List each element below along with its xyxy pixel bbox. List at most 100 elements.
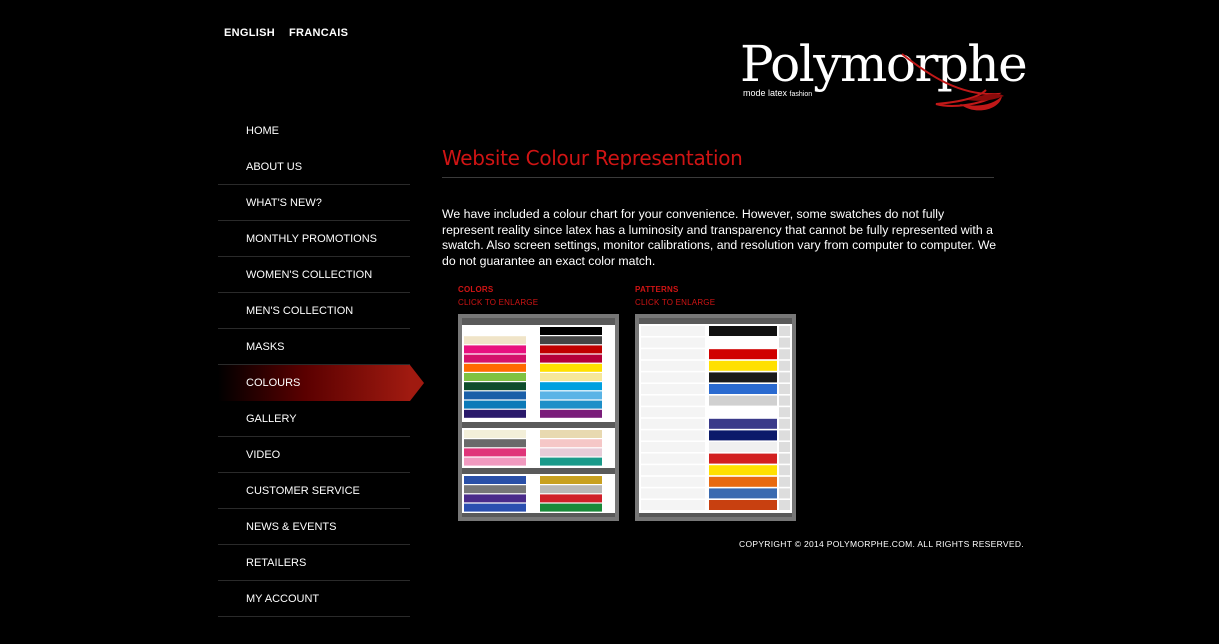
color-swatch — [540, 448, 602, 457]
color-swatch — [540, 439, 602, 448]
nav-item-gallery[interactable]: GALLERY — [218, 401, 410, 437]
pattern-label-cell — [641, 372, 705, 383]
pattern-label-cell — [641, 337, 705, 348]
nav-item-news-events[interactable]: NEWS & EVENTS — [218, 509, 410, 545]
color-swatch — [540, 336, 602, 345]
polymorphe-logo[interactable]: Polymorphe mode latex fashion — [740, 36, 1028, 122]
pattern-swatch — [709, 349, 777, 360]
pattern-label-cell — [641, 407, 705, 418]
language-francais-link[interactable]: FRANCAIS — [289, 27, 348, 39]
color-swatch — [540, 327, 602, 335]
nav-item-mens-collection[interactable]: MEN'S COLLECTION — [218, 293, 410, 329]
pattern-code-cell — [779, 384, 790, 394]
chart-background — [639, 318, 792, 517]
pattern-swatch — [709, 442, 777, 452]
page-title: Website Colour Representation — [442, 146, 743, 170]
nav-item-video[interactable]: VIDEO — [218, 437, 410, 473]
nav-item-my-account[interactable]: MY ACCOUNT — [218, 581, 410, 617]
pattern-code-cell — [779, 465, 790, 476]
patterns-chart-image — [639, 318, 792, 517]
pattern-code-cell — [779, 442, 790, 452]
pattern-swatch — [709, 384, 777, 394]
color-swatch — [540, 382, 602, 391]
pattern-code-cell — [779, 395, 790, 406]
nav-item-customer-service[interactable]: CUSTOMER SERVICE — [218, 473, 410, 509]
color-swatch — [464, 373, 526, 381]
chart-header-bar — [639, 318, 792, 324]
color-swatch — [464, 439, 526, 448]
pattern-code-cell — [779, 360, 790, 371]
color-swatch — [540, 354, 602, 363]
pattern-code-cell — [779, 488, 790, 499]
patterns-chart-thumbnail[interactable] — [635, 314, 796, 521]
pattern-label-cell — [641, 488, 705, 499]
color-swatch — [464, 494, 526, 503]
chart-section-bar — [462, 422, 615, 428]
pattern-label-cell — [641, 442, 705, 452]
color-swatch — [540, 494, 602, 503]
pattern-swatch — [709, 465, 777, 476]
nav-item-masks[interactable]: MASKS — [218, 329, 410, 365]
logo-tagline: mode latex fashion — [743, 88, 813, 98]
color-swatch — [464, 391, 526, 400]
patterns-label: PATTERNS — [635, 285, 679, 294]
pattern-swatch — [709, 407, 777, 418]
pattern-code-cell — [779, 349, 790, 360]
copyright-text: COPYRIGHT © 2014 POLYMORPHE.COM. ALL RIG… — [739, 539, 1024, 549]
color-swatch — [540, 476, 602, 484]
pattern-swatch — [709, 360, 777, 371]
nav-item-colours[interactable]: COLOURS — [218, 365, 424, 401]
color-swatch — [464, 476, 526, 484]
colors-enlarge-link[interactable]: CLICK TO ENLARGE — [458, 298, 619, 308]
patterns-enlarge-link[interactable]: CLICK TO ENLARGE — [635, 298, 796, 308]
color-swatch — [540, 457, 602, 466]
pattern-code-cell — [779, 337, 790, 348]
pattern-label-cell — [641, 453, 705, 464]
chart-header-bar — [462, 318, 615, 325]
color-swatch — [540, 503, 602, 512]
pattern-label-cell — [641, 476, 705, 487]
color-swatch — [464, 409, 526, 418]
logo-red-swirl-icon — [901, 53, 1004, 111]
color-swatch — [540, 400, 602, 409]
pattern-swatch — [709, 430, 777, 441]
pattern-code-cell — [779, 418, 790, 429]
nav-item-retailers[interactable]: RETAILERS — [218, 545, 410, 581]
colors-chart-thumbnail[interactable] — [458, 314, 619, 521]
color-swatch — [540, 409, 602, 418]
color-swatch — [464, 503, 526, 512]
pattern-code-cell — [779, 372, 790, 383]
sidebar-navigation: HOME ABOUT US WHAT'S NEW? MONTHLY PROMOT… — [218, 113, 424, 617]
pattern-swatch — [709, 372, 777, 383]
color-swatch — [464, 430, 526, 438]
color-swatch — [464, 485, 526, 494]
pattern-code-cell — [779, 476, 790, 487]
pattern-swatch — [709, 337, 777, 348]
pattern-code-cell — [779, 453, 790, 464]
pattern-label-cell — [641, 500, 705, 510]
pattern-label-cell — [641, 418, 705, 429]
color-swatch — [464, 363, 526, 372]
color-swatch — [540, 430, 602, 438]
language-english-link[interactable]: ENGLISH — [224, 27, 275, 39]
color-swatch — [464, 336, 526, 345]
pattern-swatch — [709, 453, 777, 464]
color-swatch — [540, 345, 602, 354]
nav-item-home[interactable]: HOME — [218, 113, 410, 149]
color-swatch — [464, 345, 526, 354]
nav-item-about-us[interactable]: ABOUT US — [218, 149, 410, 185]
colors-chart-image — [462, 318, 615, 517]
color-swatch — [464, 457, 526, 466]
pattern-swatch — [709, 500, 777, 510]
color-swatch — [540, 391, 602, 400]
pattern-label-cell — [641, 326, 705, 336]
color-swatch — [540, 373, 602, 381]
nav-item-womens-collection[interactable]: WOMEN'S COLLECTION — [218, 257, 410, 293]
color-swatch — [464, 400, 526, 409]
pattern-code-cell — [779, 326, 790, 336]
pattern-label-cell — [641, 430, 705, 441]
nav-item-monthly-promotions[interactable]: MONTHLY PROMOTIONS — [218, 221, 410, 257]
nav-item-whats-new[interactable]: WHAT'S NEW? — [218, 185, 410, 221]
pattern-swatch — [709, 488, 777, 499]
colors-label: COLORS — [458, 285, 494, 294]
